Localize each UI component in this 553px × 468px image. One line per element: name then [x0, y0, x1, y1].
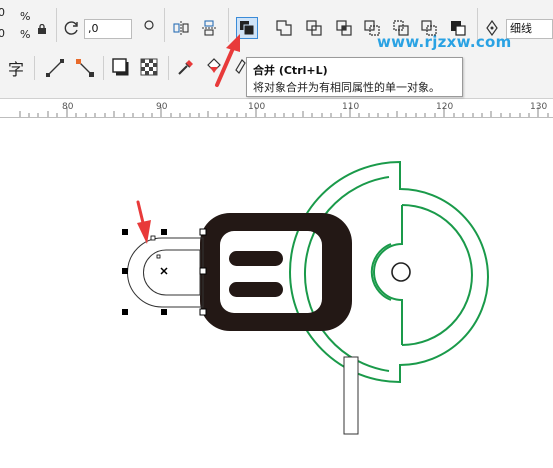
outline-width-select[interactable]: 细线: [506, 19, 553, 39]
ruler-label: 130: [530, 102, 548, 112]
transparency-icon[interactable]: [139, 57, 159, 77]
toolbar-separator: [34, 56, 35, 80]
toolbar-separator: [168, 56, 169, 80]
ruler-label: 80: [62, 102, 74, 112]
ruler-label: 120: [436, 102, 454, 112]
eyedropper-icon[interactable]: [176, 57, 196, 77]
node-handle[interactable]: [150, 235, 156, 241]
green-key-outline[interactable]: [289, 160, 489, 384]
rotate-icon[interactable]: [64, 20, 80, 36]
ruler-label: 90: [156, 102, 168, 112]
dark-bar-bottom[interactable]: [229, 282, 283, 297]
mirror-horizontal-icon[interactable]: [172, 19, 190, 37]
text-tool-icon[interactable]: 字: [8, 56, 24, 80]
percent-label-bottom: %: [20, 28, 31, 41]
tooltip-description: 将对象合并为有相同属性的单一对象。: [253, 81, 440, 94]
drawing-canvas[interactable]: [0, 117, 553, 468]
size-value-top: 0: [0, 6, 5, 19]
toolbar-separator: [103, 56, 104, 80]
selected-inner-outline: [143, 249, 201, 296]
rotation-input[interactable]: ,0: [84, 19, 132, 39]
annotation-arrow-canvas: [136, 200, 151, 244]
drop-shadow-icon[interactable]: [111, 57, 133, 79]
key-hole-circle[interactable]: [391, 262, 411, 282]
watermark-text: www.rjzxw.com: [377, 33, 512, 51]
toolbar-separator: [56, 8, 57, 42]
dark-combined-shape[interactable]: [200, 213, 352, 331]
combine-tooltip: 合并 (Ctrl+L) 将对象合并为有相同属性的单一对象。: [246, 57, 463, 97]
lock-icon[interactable]: [37, 24, 47, 34]
trim-icon[interactable]: [305, 19, 323, 37]
tooltip-title: 合并 (Ctrl+L): [253, 64, 328, 77]
intersect-icon[interactable]: [335, 19, 353, 37]
dark-bar-top[interactable]: [229, 251, 283, 266]
percent-label-top: %: [20, 10, 31, 23]
weld-icon[interactable]: [275, 19, 293, 37]
key-handle-rect[interactable]: [343, 356, 359, 435]
angle-icon: [144, 20, 154, 30]
ruler-label: 100: [248, 102, 266, 112]
line-tool-icon[interactable]: [45, 58, 65, 78]
node-handle[interactable]: [156, 254, 161, 259]
horizontal-ruler: [0, 98, 553, 118]
size-value-bottom: 0: [0, 27, 5, 40]
ruler-ticks: [19, 107, 549, 117]
ruler-label: 110: [342, 102, 360, 112]
center-x-marker: [160, 267, 168, 275]
toolbar-separator: [164, 8, 165, 42]
annotation-arrow-toolbar: [215, 34, 240, 87]
connector-icon[interactable]: [75, 58, 95, 78]
